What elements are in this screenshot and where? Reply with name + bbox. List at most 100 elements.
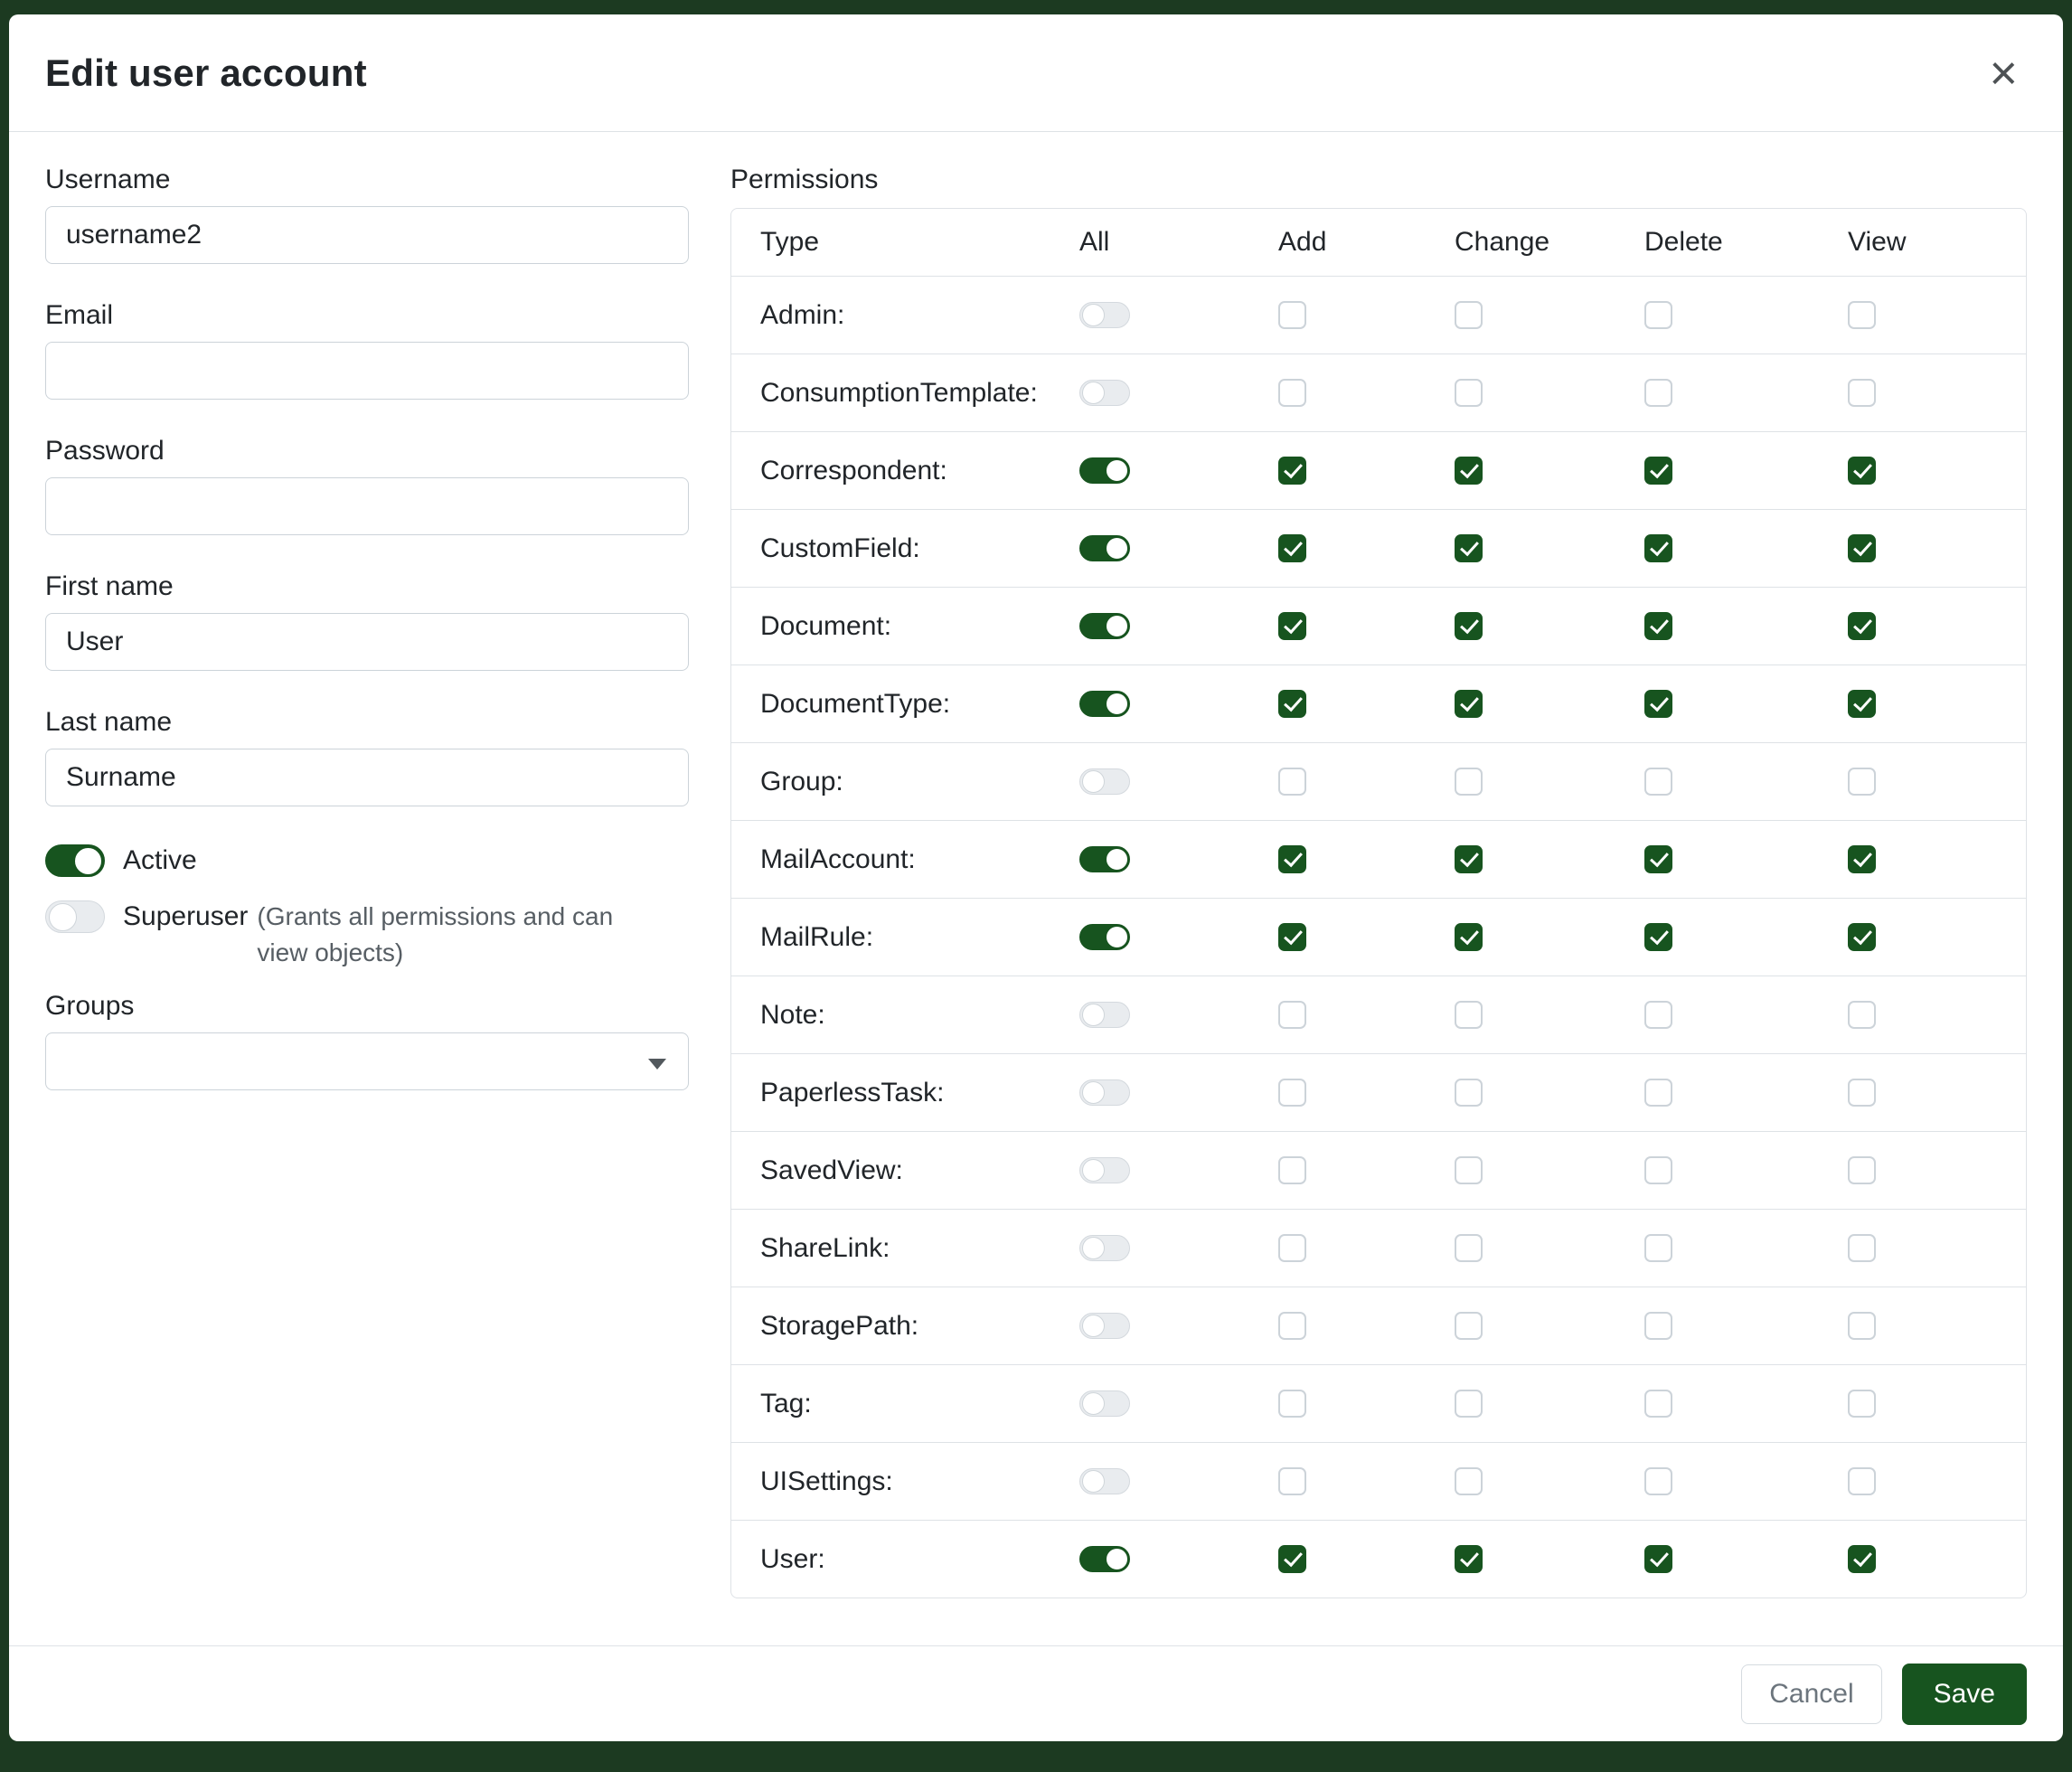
permission-view-checkbox[interactable] — [1848, 768, 1876, 796]
permission-delete-checkbox[interactable] — [1644, 612, 1672, 640]
save-button[interactable]: Save — [1902, 1664, 2027, 1725]
permission-view-checkbox[interactable] — [1848, 845, 1876, 873]
permission-change-checkbox[interactable] — [1455, 301, 1483, 329]
permission-view-checkbox[interactable] — [1848, 301, 1876, 329]
permission-add-checkbox[interactable] — [1278, 1234, 1306, 1262]
active-toggle[interactable] — [45, 844, 105, 877]
permission-delete-checkbox[interactable] — [1644, 1079, 1672, 1107]
permission-change-checkbox[interactable] — [1455, 1545, 1483, 1573]
permission-add-checkbox[interactable] — [1278, 1156, 1306, 1184]
permission-add-checkbox[interactable] — [1278, 1467, 1306, 1495]
permission-change-checkbox[interactable] — [1455, 768, 1483, 796]
permission-view-checkbox[interactable] — [1848, 1467, 1876, 1495]
permission-add-checkbox[interactable] — [1278, 923, 1306, 951]
permission-view-checkbox[interactable] — [1848, 534, 1876, 562]
permission-change-checkbox[interactable] — [1455, 1079, 1483, 1107]
superuser-toggle[interactable] — [45, 900, 105, 933]
permission-all-toggle[interactable] — [1079, 691, 1130, 717]
permission-add-checkbox[interactable] — [1278, 379, 1306, 407]
password-input[interactable] — [45, 477, 689, 535]
permission-all-toggle[interactable] — [1079, 1157, 1130, 1183]
permission-all-toggle[interactable] — [1079, 1002, 1130, 1028]
permission-all-toggle[interactable] — [1079, 1468, 1130, 1494]
permission-delete-checkbox[interactable] — [1644, 1001, 1672, 1029]
permission-change-checkbox[interactable] — [1455, 690, 1483, 718]
permission-view-checkbox[interactable] — [1848, 1156, 1876, 1184]
permission-delete-checkbox[interactable] — [1644, 301, 1672, 329]
permission-change-checkbox[interactable] — [1455, 1001, 1483, 1029]
permission-delete-checkbox[interactable] — [1644, 1234, 1672, 1262]
permission-change-checkbox[interactable] — [1455, 923, 1483, 951]
permission-all-toggle[interactable] — [1079, 302, 1130, 328]
permission-view-checkbox[interactable] — [1848, 457, 1876, 485]
first-name-input[interactable] — [45, 613, 689, 671]
permission-change-checkbox[interactable] — [1455, 1390, 1483, 1418]
permission-view-checkbox[interactable] — [1848, 1545, 1876, 1573]
permission-add-checkbox[interactable] — [1278, 534, 1306, 562]
permission-view-checkbox[interactable] — [1848, 923, 1876, 951]
permission-add-checkbox[interactable] — [1278, 1079, 1306, 1107]
username-input[interactable] — [45, 206, 689, 264]
permission-all-toggle[interactable] — [1079, 1235, 1130, 1261]
cancel-button[interactable]: Cancel — [1741, 1664, 1881, 1724]
permission-add-checkbox[interactable] — [1278, 690, 1306, 718]
permission-all-toggle[interactable] — [1079, 1313, 1130, 1339]
permission-all-toggle[interactable] — [1079, 380, 1130, 406]
permission-all-toggle[interactable] — [1079, 457, 1130, 484]
groups-select[interactable] — [45, 1032, 689, 1090]
permission-all-toggle[interactable] — [1079, 846, 1130, 872]
permission-all-toggle[interactable] — [1079, 613, 1130, 639]
permission-delete-checkbox[interactable] — [1644, 457, 1672, 485]
permission-delete-checkbox[interactable] — [1644, 1390, 1672, 1418]
permission-view-checkbox[interactable] — [1848, 690, 1876, 718]
permission-delete-checkbox[interactable] — [1644, 379, 1672, 407]
permission-type-label: MailAccount: — [731, 844, 1078, 875]
permission-change-checkbox[interactable] — [1455, 457, 1483, 485]
permission-change-checkbox[interactable] — [1455, 845, 1483, 873]
permission-add-checkbox[interactable] — [1278, 1001, 1306, 1029]
permission-add-checkbox[interactable] — [1278, 768, 1306, 796]
permission-delete-checkbox[interactable] — [1644, 1467, 1672, 1495]
permission-add-cell — [1276, 923, 1453, 951]
permission-delete-checkbox[interactable] — [1644, 1312, 1672, 1340]
last-name-input[interactable] — [45, 749, 689, 806]
permission-delete-checkbox[interactable] — [1644, 1545, 1672, 1573]
permission-all-toggle[interactable] — [1079, 1546, 1130, 1572]
permission-delete-checkbox[interactable] — [1644, 1156, 1672, 1184]
permission-delete-cell — [1643, 379, 1846, 407]
permission-change-checkbox[interactable] — [1455, 1234, 1483, 1262]
close-icon[interactable]: × — [1980, 45, 2027, 101]
permission-add-checkbox[interactable] — [1278, 612, 1306, 640]
permission-all-toggle[interactable] — [1079, 924, 1130, 950]
permission-add-checkbox[interactable] — [1278, 1312, 1306, 1340]
permission-all-toggle[interactable] — [1079, 1390, 1130, 1417]
permission-all-toggle[interactable] — [1079, 535, 1130, 561]
permission-change-checkbox[interactable] — [1455, 1156, 1483, 1184]
permission-delete-checkbox[interactable] — [1644, 845, 1672, 873]
permission-delete-checkbox[interactable] — [1644, 534, 1672, 562]
permission-change-checkbox[interactable] — [1455, 379, 1483, 407]
password-field-group: Password — [45, 436, 689, 535]
permission-add-checkbox[interactable] — [1278, 457, 1306, 485]
permission-view-checkbox[interactable] — [1848, 1001, 1876, 1029]
permission-add-checkbox[interactable] — [1278, 1390, 1306, 1418]
permission-view-checkbox[interactable] — [1848, 1234, 1876, 1262]
permission-delete-checkbox[interactable] — [1644, 690, 1672, 718]
permission-change-checkbox[interactable] — [1455, 534, 1483, 562]
permission-change-checkbox[interactable] — [1455, 1312, 1483, 1340]
permission-add-checkbox[interactable] — [1278, 845, 1306, 873]
permission-add-checkbox[interactable] — [1278, 1545, 1306, 1573]
permission-all-toggle[interactable] — [1079, 768, 1130, 795]
permission-add-checkbox[interactable] — [1278, 301, 1306, 329]
permission-view-checkbox[interactable] — [1848, 1390, 1876, 1418]
permission-view-checkbox[interactable] — [1848, 379, 1876, 407]
permission-change-checkbox[interactable] — [1455, 612, 1483, 640]
permission-view-checkbox[interactable] — [1848, 612, 1876, 640]
permission-view-checkbox[interactable] — [1848, 1312, 1876, 1340]
permission-view-checkbox[interactable] — [1848, 1079, 1876, 1107]
permission-delete-checkbox[interactable] — [1644, 768, 1672, 796]
permission-change-checkbox[interactable] — [1455, 1467, 1483, 1495]
permission-delete-checkbox[interactable] — [1644, 923, 1672, 951]
permission-all-toggle[interactable] — [1079, 1079, 1130, 1106]
email-input[interactable] — [45, 342, 689, 400]
